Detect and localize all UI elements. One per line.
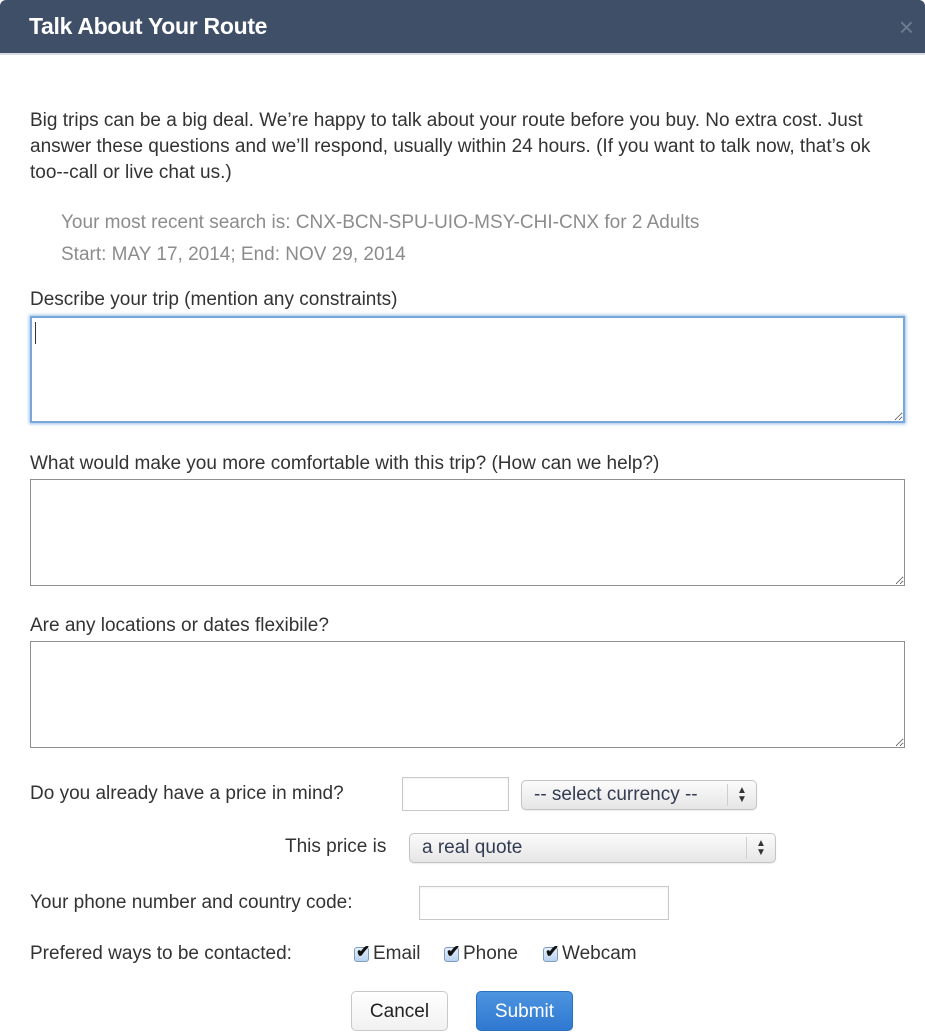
- dialog-title: Talk About Your Route: [29, 13, 268, 39]
- checkbox-checked-icon[interactable]: [354, 942, 370, 962]
- select-arrows-icon: ▲ ▼: [746, 837, 775, 859]
- price-type-selected-value: a real quote: [422, 837, 523, 858]
- price-type-label: This price is: [285, 836, 387, 857]
- contact-label: Prefered ways to be contacted:: [30, 943, 292, 964]
- contact-option-webcam[interactable]: Webcam: [543, 942, 637, 965]
- recent-search-dates: Start: MAY 17, 2014; End: NOV 29, 2014: [61, 244, 406, 265]
- comfort-label: What would make you more comfortable wit…: [30, 453, 660, 474]
- select-arrows-icon: ▲ ▼: [727, 784, 756, 806]
- comfort-textarea[interactable]: [30, 479, 905, 586]
- price-label: Do you already have a price in mind?: [30, 783, 344, 804]
- intro-text: Big trips can be a big deal. We’re happy…: [30, 110, 871, 183]
- price-type-select[interactable]: a real quote ▲ ▼: [409, 833, 776, 863]
- contact-option-label: Phone: [463, 943, 518, 964]
- cancel-button[interactable]: Cancel: [351, 991, 448, 1031]
- text-caret: [35, 322, 36, 344]
- currency-select[interactable]: -- select currency -- ▲ ▼: [521, 780, 757, 810]
- recent-search-route: Your most recent search is: CNX-BCN-SPU-…: [61, 212, 700, 233]
- flexible-textarea[interactable]: [30, 641, 905, 748]
- contact-option-phone[interactable]: Phone: [444, 942, 518, 965]
- currency-selected-value: -- select currency --: [534, 784, 698, 805]
- checkbox-checked-icon[interactable]: [444, 942, 460, 962]
- checkbox-checked-icon[interactable]: [543, 942, 559, 962]
- contact-option-label: Email: [373, 943, 421, 964]
- price-input[interactable]: [402, 777, 509, 811]
- dialog-header: Talk About Your Route ×: [0, 0, 925, 55]
- contact-option-label: Webcam: [562, 943, 637, 964]
- contact-option-email[interactable]: Email: [354, 942, 421, 965]
- flexible-label: Are any locations or dates flexibile?: [30, 615, 329, 636]
- describe-trip-textarea[interactable]: [30, 316, 905, 423]
- close-icon[interactable]: ×: [899, 14, 914, 40]
- phone-input[interactable]: [419, 886, 669, 920]
- phone-label: Your phone number and country code:: [30, 892, 353, 913]
- recent-search-info: Your most recent search is: CNX-BCN-SPU-…: [61, 207, 901, 271]
- describe-trip-label: Describe your trip (mention any constrai…: [30, 289, 398, 310]
- submit-button[interactable]: Submit: [476, 991, 573, 1031]
